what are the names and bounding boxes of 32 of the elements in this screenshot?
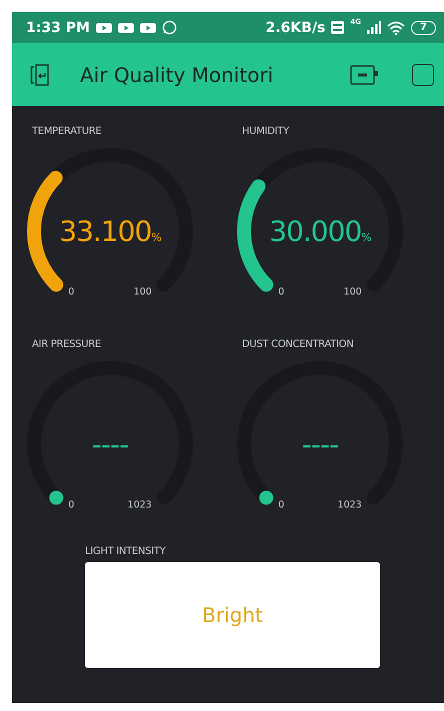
gauge-max: 100 bbox=[344, 286, 362, 298]
gauge-label: TEMPERATURE bbox=[32, 126, 102, 137]
status-time: 1:33 PM bbox=[26, 20, 90, 36]
gauge-label: HUMIDITY bbox=[242, 126, 290, 137]
video-app-icon bbox=[96, 22, 112, 34]
volte-icon bbox=[331, 21, 344, 34]
chat-app-icon bbox=[162, 20, 177, 35]
video-app-icon bbox=[140, 22, 156, 34]
display-label: LIGHT INTENSITY bbox=[85, 546, 167, 557]
video-app-icon bbox=[118, 22, 134, 34]
signal-icon bbox=[367, 21, 382, 34]
square-button[interactable] bbox=[412, 64, 434, 86]
gauge-label: DUST CONCENTRATION bbox=[242, 339, 354, 350]
gauge-label: AIR PRESSURE bbox=[32, 339, 102, 350]
wifi-icon bbox=[387, 20, 406, 34]
exit-button[interactable] bbox=[28, 62, 52, 88]
gauge-value: ---- bbox=[302, 428, 338, 461]
gauge-value: 30.000% bbox=[269, 215, 371, 248]
battery-icon: 7 bbox=[411, 20, 436, 34]
gauge-min: 0 bbox=[278, 500, 284, 511]
gauge-min: 0 bbox=[278, 286, 284, 298]
value-display: Bright bbox=[85, 562, 380, 668]
app-title: Air Quality Monitori bbox=[80, 62, 274, 86]
gauge-max: 1023 bbox=[338, 500, 362, 511]
gauge-value: ---- bbox=[92, 428, 128, 461]
gauge-value: 33.100% bbox=[59, 215, 161, 248]
gauge-max: 100 bbox=[134, 286, 152, 298]
gauge-min: 0 bbox=[68, 500, 74, 511]
gauge-min: 0 bbox=[68, 286, 74, 298]
network-speed: 2.6KB/s bbox=[266, 20, 326, 36]
device-button[interactable] bbox=[348, 62, 380, 86]
gauge-max: 1023 bbox=[128, 500, 152, 511]
